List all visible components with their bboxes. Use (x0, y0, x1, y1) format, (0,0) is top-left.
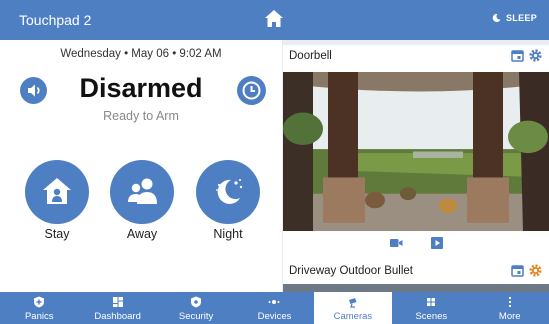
doorbell-video-feed[interactable] (283, 72, 549, 231)
gear-icon[interactable] (528, 48, 543, 63)
security-panel: Wednesday • May 06 • 9:02 AM Disarmed Re… (0, 40, 282, 292)
nav-item-scenes[interactable]: Scenes (392, 292, 470, 324)
driveway-video-feed[interactable] (283, 284, 549, 292)
calendar-icon[interactable] (511, 49, 524, 62)
night-label: Night (213, 227, 243, 241)
home-person-icon (43, 178, 71, 204)
sleep-label: SLEEP (505, 13, 537, 23)
more-icon (508, 296, 511, 308)
camera-action-bar (283, 231, 549, 255)
nav-label: More (498, 311, 521, 322)
shield-plus-icon (34, 296, 45, 308)
moon-icon (492, 13, 501, 22)
away-button[interactable] (110, 160, 174, 224)
devices-icon (268, 300, 280, 304)
sleep-button[interactable]: SLEEP (492, 13, 537, 23)
video-camera-icon[interactable] (389, 237, 403, 249)
night-button[interactable] (196, 160, 260, 224)
nav-item-devices[interactable]: Devices (235, 292, 313, 324)
away-label: Away (126, 227, 158, 241)
home-icon[interactable] (264, 8, 284, 30)
history-button[interactable] (237, 76, 266, 105)
camera-name: Driveway Outdoor Bullet (289, 265, 413, 277)
nav-label: Devices (257, 311, 292, 322)
bottom-nav: Panics Dashboard Security Devices Camera… (0, 292, 549, 324)
nav-item-cameras[interactable]: Cameras (313, 292, 393, 324)
nav-label: Panics (24, 311, 54, 322)
dashboard-icon (112, 297, 123, 307)
camera-card-driveway: Driveway Outdoor Bullet (283, 260, 549, 292)
nav-label: Dashboard (94, 311, 141, 322)
playback-icon[interactable] (430, 236, 444, 250)
nav-label: Scenes (415, 311, 448, 322)
nav-label: Cameras (333, 311, 373, 322)
clock-icon (242, 81, 261, 100)
app-title: Touchpad 2 (19, 12, 92, 28)
nav-label: Security (178, 311, 214, 322)
camera-card-header: Doorbell (283, 45, 549, 67)
moon-stars-icon (216, 179, 243, 204)
security-shield-icon (191, 296, 202, 308)
scenes-icon (427, 298, 436, 306)
camera-card-header: Driveway Outdoor Bullet (283, 260, 549, 282)
top-bar: Touchpad 2 SLEEP (0, 0, 549, 40)
arm-substatus: Ready to Arm (103, 109, 179, 123)
nav-item-panics[interactable]: Panics (0, 292, 78, 324)
nav-item-more[interactable]: More (471, 292, 549, 324)
gear-icon[interactable] (528, 263, 543, 278)
people-icon (128, 178, 157, 204)
stay-button[interactable] (25, 160, 89, 224)
stay-label: Stay (44, 227, 70, 241)
camera-name: Doorbell (289, 50, 332, 62)
date-time: Wednesday • May 06 • 9:02 AM (60, 48, 222, 60)
nav-item-security[interactable]: Security (157, 292, 235, 324)
calendar-icon[interactable] (511, 264, 524, 277)
camera-icon (348, 298, 357, 308)
nav-item-dashboard[interactable]: Dashboard (78, 292, 156, 324)
